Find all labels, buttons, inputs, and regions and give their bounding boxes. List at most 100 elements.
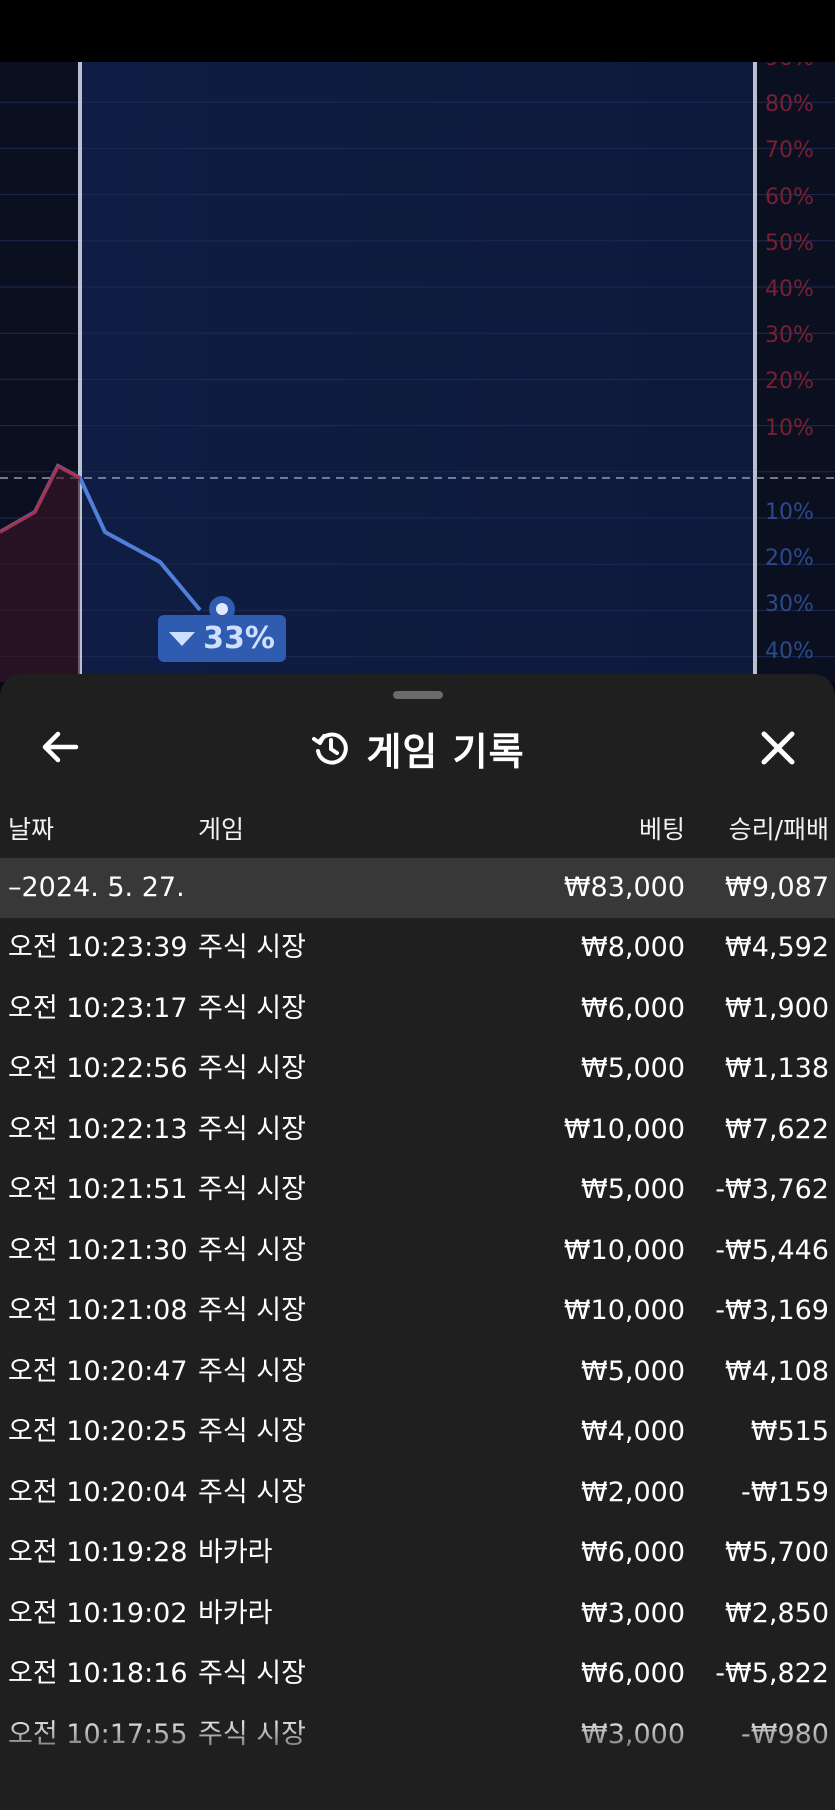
history-row[interactable]: 오전 10:18:16 주식 시장 ₩6,000 -₩5,822 [0, 1644, 835, 1705]
row-result: -₩3,762 [715, 1174, 829, 1205]
row-time: 오전 10:20:47 [8, 1355, 188, 1387]
axis-label-down: 20% [765, 546, 814, 572]
row-time: 오전 10:22:56 [8, 1053, 188, 1084]
row-time: 오전 10:23:39 [8, 932, 188, 963]
history-row[interactable]: 오전 10:22:13 주식 시장 ₩10,000 ₩7,622 [0, 1100, 835, 1161]
axis-label-up: 70% [765, 138, 814, 164]
row-game: 주식 시장 [198, 1295, 306, 1326]
arrow-left-icon[interactable] [36, 722, 86, 772]
column-date: 날짜 [8, 815, 55, 844]
row-game: 주식 시장 [198, 1053, 306, 1084]
percent-change-badge: 33% [158, 615, 286, 662]
history-row[interactable]: 오전 10:21:51 주식 시장 ₩5,000 -₩3,762 [0, 1160, 835, 1221]
game-chart-svg [0, 62, 835, 682]
row-time: 오전 10:19:02 [8, 1597, 188, 1629]
row-game: 주식 시장 [198, 1718, 306, 1750]
history-row[interactable]: 오전 10:23:17 주식 시장 ₩6,000 ₩1,900 [0, 979, 835, 1040]
close-icon[interactable] [752, 722, 804, 774]
row-bet: ₩5,000 [581, 1355, 685, 1387]
history-row[interactable]: 오전 10:20:25 주식 시장 ₩4,000 ₩515 [0, 1402, 835, 1463]
column-bet: 베팅 [638, 815, 685, 844]
title-group: 게임 기록 [0, 710, 835, 786]
row-time: 오전 10:23:17 [8, 992, 188, 1024]
row-result: ₩4,592 [725, 932, 829, 963]
axis-label-down: 40% [765, 638, 814, 664]
row-game: 주식 시장 [198, 992, 306, 1024]
row-bet: ₩2,000 [581, 1476, 685, 1508]
axis-label-up: 40% [765, 277, 814, 302]
row-result: ₩7,622 [725, 1113, 829, 1145]
history-row[interactable]: 오전 10:22:56 주식 시장 ₩5,000 ₩1,138 [0, 1039, 835, 1100]
percent-change-value: 33% [203, 621, 275, 656]
row-game: 바카라 [198, 1537, 273, 1568]
row-bet: ₩6,000 [581, 992, 685, 1024]
history-row[interactable]: 오전 10:21:08 주식 시장 ₩10,000 -₩3,169 [0, 1281, 835, 1342]
row-result: ₩1,900 [725, 992, 829, 1024]
summary-win-loss-total: ₩9,087 [725, 872, 829, 903]
row-result: -₩3,169 [715, 1295, 829, 1326]
history-row[interactable]: 오전 10:20:04 주식 시장 ₩2,000 -₩159 [0, 1463, 835, 1524]
row-time: 오전 10:20:04 [8, 1476, 188, 1508]
row-time: 오전 10:21:08 [8, 1295, 188, 1326]
history-row[interactable]: 오전 10:19:02 바카라 ₩3,000 ₩2,850 [0, 1584, 835, 1645]
axis-label-up: 60% [765, 184, 814, 210]
row-bet: ₩3,000 [581, 1718, 685, 1750]
game-chart-background: 90%80%70%60%50%40%30%20%10%10%20%30%40% … [0, 62, 835, 682]
row-result: ₩5,700 [725, 1537, 829, 1568]
row-time: 오전 10:20:25 [8, 1416, 188, 1447]
row-bet: ₩10,000 [563, 1234, 685, 1266]
row-bet: ₩10,000 [563, 1113, 685, 1145]
game-history-panel: 게임 기록 날짜 게임 베팅 승리/패배 –2024. 5. 27. ₩83,0… [0, 674, 835, 1810]
row-game: 주식 시장 [198, 1416, 306, 1447]
row-game: 주식 시장 [198, 932, 306, 963]
axis-label-up: 80% [765, 92, 814, 118]
history-row[interactable]: 오전 10:21:30 주식 시장 ₩10,000 -₩5,446 [0, 1221, 835, 1282]
row-bet: ₩5,000 [581, 1174, 685, 1205]
table-header: 날짜 게임 베팅 승리/패배 [0, 802, 835, 858]
date-summary-row[interactable]: –2024. 5. 27. ₩83,000 ₩9,087 [0, 858, 835, 918]
axis-label-down: 10% [765, 500, 814, 525]
row-result: -₩5,822 [715, 1658, 829, 1689]
row-bet: ₩6,000 [581, 1658, 685, 1689]
row-game: 주식 시장 [198, 1355, 306, 1387]
history-row[interactable]: 오전 10:19:28 바카라 ₩6,000 ₩5,700 [0, 1523, 835, 1584]
column-win-loss: 승리/패배 [728, 815, 829, 844]
row-bet: ₩8,000 [581, 932, 685, 963]
axis-label-up: 50% [765, 230, 814, 256]
row-time: 오전 10:22:13 [8, 1113, 188, 1145]
row-result: -₩5,446 [715, 1234, 829, 1266]
down-triangle-icon [169, 631, 196, 646]
axis-label-down: 30% [765, 592, 814, 618]
row-result: ₩1,138 [725, 1053, 829, 1084]
row-game: 주식 시장 [198, 1174, 306, 1205]
row-game: 주식 시장 [198, 1658, 306, 1689]
row-bet: ₩5,000 [581, 1053, 685, 1084]
history-list: 오전 10:23:39 주식 시장 ₩8,000 ₩4,592 오전 10:23:17 주… [0, 918, 835, 1765]
row-bet: ₩10,000 [563, 1295, 685, 1326]
column-game: 게임 [198, 815, 245, 844]
row-game: 바카라 [198, 1597, 273, 1629]
summary-date: –2024. 5. 27. [8, 872, 185, 903]
row-result: ₩4,108 [725, 1355, 829, 1387]
row-time: 오전 10:19:28 [8, 1537, 188, 1568]
history-row[interactable]: 오전 10:23:39 주식 시장 ₩8,000 ₩4,592 [0, 918, 835, 979]
row-time: 오전 10:18:16 [8, 1658, 188, 1689]
row-result: -₩980 [741, 1718, 829, 1750]
history-row[interactable]: 오전 10:20:47 주식 시장 ₩5,000 ₩4,108 [0, 1342, 835, 1403]
axis-label-up: 30% [765, 323, 814, 349]
row-bet: ₩3,000 [581, 1597, 685, 1629]
row-game: 주식 시장 [198, 1234, 306, 1266]
history-row[interactable]: 오전 10:17:55 주식 시장 ₩3,000 -₩980 [0, 1705, 835, 1766]
drag-handle[interactable] [393, 691, 443, 699]
row-bet: ₩4,000 [581, 1416, 685, 1447]
axis-label-up: 10% [765, 415, 814, 441]
top-status-bar [0, 0, 835, 62]
history-icon [312, 732, 349, 765]
row-result: -₩159 [741, 1476, 829, 1508]
row-game: 주식 시장 [198, 1113, 306, 1145]
panel-title: 게임 기록 [366, 729, 525, 774]
row-bet: ₩6,000 [581, 1537, 685, 1568]
row-result: ₩2,850 [725, 1597, 829, 1629]
axis-label-up: 90% [765, 62, 814, 71]
row-result: ₩515 [750, 1416, 829, 1447]
